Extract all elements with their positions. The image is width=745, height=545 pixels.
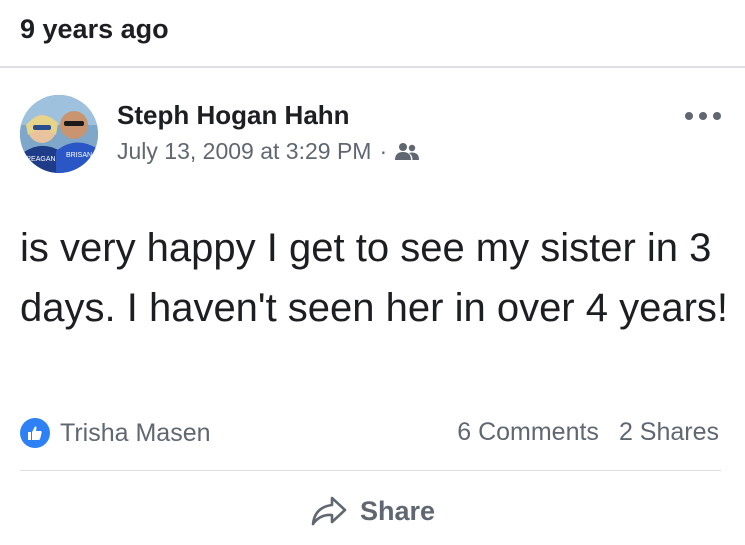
reaction-names: Trisha Masen [60,418,211,447]
post-meta: July 13, 2009 at 3:29 PM · [117,138,420,165]
memory-label: 9 years ago [20,14,169,44]
engagement-counts: 6 Comments 2 Shares [457,418,719,447]
post-text: is very happy I get to see my sister in … [20,226,729,330]
like-icon [20,418,50,448]
more-options-button[interactable] [685,106,721,126]
more-dot-icon [685,112,693,120]
reactions-summary[interactable]: Trisha Masen [20,418,211,448]
share-button[interactable]: Share [0,488,745,534]
post-timestamp[interactable]: July 13, 2009 at 3:29 PM [117,138,371,165]
friends-icon[interactable] [395,142,420,162]
comments-count[interactable]: 6 Comments [457,418,599,447]
memory-header: 9 years ago [0,0,745,68]
post-card: REAGAN BRISAN Steph Hogan Hahn July 13, … [0,68,745,545]
author-name[interactable]: Steph Hogan Hahn [117,100,350,131]
share-icon [311,496,347,526]
more-dot-icon [713,112,721,120]
meta-separator: · [379,138,388,164]
svg-text:BRISAN: BRISAN [66,152,92,159]
avatar-image: REAGAN BRISAN [20,95,98,173]
svg-text:REAGAN: REAGAN [26,156,56,163]
shares-count[interactable]: 2 Shares [619,418,719,447]
divider [20,470,721,471]
more-dot-icon [699,112,707,120]
avatar[interactable]: REAGAN BRISAN [20,95,98,173]
share-label: Share [359,495,436,526]
